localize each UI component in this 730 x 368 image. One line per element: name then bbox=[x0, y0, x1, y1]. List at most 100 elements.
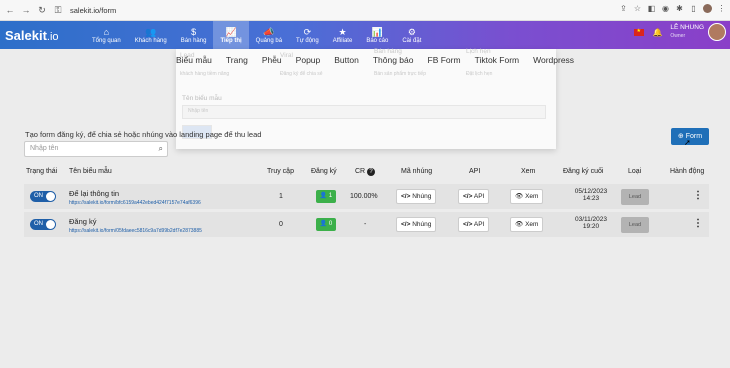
menu-affiliate[interactable]: ★ Affiliate bbox=[326, 21, 360, 49]
subnav-forms[interactable]: Biểu mẫu bbox=[176, 55, 212, 65]
embed-button[interactable]: </> Nhúng bbox=[396, 189, 437, 204]
app-header: Salekit.io ⌂ Tổng quan 👥 Khách hàng $ Bán h… bbox=[0, 21, 730, 49]
code-icon: </> bbox=[401, 221, 411, 228]
subnav-popup[interactable]: Popup bbox=[296, 55, 321, 65]
type-badge: Lead bbox=[621, 217, 649, 233]
dollar-icon: $ bbox=[191, 26, 197, 37]
camera-icon[interactable]: ◉ bbox=[661, 4, 670, 13]
more-actions-icon[interactable]: ⋮ bbox=[693, 218, 703, 229]
signups-button[interactable]: 👤 1 bbox=[316, 190, 336, 203]
api-button[interactable]: </> API bbox=[458, 189, 490, 204]
last-signup: 05/12/2023 14:23 bbox=[574, 188, 608, 202]
bell-icon[interactable]: 🔔 bbox=[652, 28, 662, 37]
api-button[interactable]: </> API bbox=[458, 217, 490, 232]
profile-avatar[interactable] bbox=[703, 4, 712, 13]
menu-sales[interactable]: $ Bán hàng bbox=[174, 21, 214, 49]
eye-icon: 👁 bbox=[515, 193, 524, 200]
form-url[interactable]: https://salekit.io/form/05fdaeec5816c9a7… bbox=[69, 228, 202, 234]
star-icon[interactable]: ☆ bbox=[633, 4, 642, 13]
col-cr: CR ? bbox=[355, 168, 376, 176]
status-toggle[interactable]: ON bbox=[30, 219, 56, 230]
main-menu: ⌂ Tổng quan 👥 Khách hàng $ Bán hàng 📈 Tiếp t… bbox=[85, 21, 428, 49]
more-actions-icon[interactable]: ⋮ bbox=[693, 190, 703, 201]
menu-reports[interactable]: 📊 Báo cáo bbox=[359, 21, 395, 49]
subnav-button[interactable]: Button bbox=[334, 55, 359, 65]
back-icon[interactable]: ← bbox=[4, 5, 16, 15]
col-visits: Truy cập bbox=[267, 168, 294, 175]
subnav-wordpress[interactable]: Wordpress bbox=[533, 55, 574, 65]
lock-icon: ⚿ bbox=[54, 4, 62, 15]
sidepanel-icon[interactable]: ▯ bbox=[689, 4, 698, 13]
share-icon[interactable]: ⇪ bbox=[619, 4, 628, 13]
col-signups: Đăng ký bbox=[311, 168, 337, 175]
help-icon[interactable]: ? bbox=[367, 168, 376, 176]
vietnam-flag-icon[interactable] bbox=[634, 28, 645, 36]
view-button[interactable]: 👁 Xem bbox=[510, 217, 544, 232]
extension-icon[interactable]: ◧ bbox=[647, 4, 656, 13]
menu-overview[interactable]: ⌂ Tổng quan bbox=[85, 21, 128, 49]
subnav-notifications[interactable]: Thông báo bbox=[373, 55, 414, 65]
user-icon: 👤 bbox=[319, 221, 328, 227]
mouse-cursor-icon: ➚ bbox=[684, 138, 691, 147]
user-name: LÊ NHUNG bbox=[670, 24, 704, 31]
menu-settings[interactable]: ⚙ Cài đặt bbox=[395, 21, 428, 49]
col-type: Loại bbox=[628, 168, 642, 175]
menu-marketing[interactable]: 📈 Tiếp thị bbox=[213, 21, 249, 49]
code-icon: </> bbox=[401, 193, 411, 200]
menu-customers[interactable]: 👥 Khách hàng bbox=[128, 21, 174, 49]
subnav-funnels[interactable]: Phễu bbox=[262, 55, 282, 65]
view-button[interactable]: 👁 Xem bbox=[510, 189, 544, 204]
code-icon: </> bbox=[463, 221, 473, 228]
conversion-rate: 100.00% bbox=[350, 193, 378, 200]
user-icon: 👤 bbox=[319, 193, 328, 199]
users-icon: 👥 bbox=[145, 26, 157, 37]
user-menu[interactable]: 🔔 LÊ NHUNG Owner bbox=[634, 23, 726, 41]
affiliate-icon: ★ bbox=[338, 26, 347, 37]
refresh-icon: ⟳ bbox=[303, 26, 312, 37]
logo[interactable]: Salekit.io bbox=[5, 28, 85, 43]
subnav-pages[interactable]: Trang bbox=[226, 55, 248, 65]
plus-icon: ⊕ bbox=[677, 133, 684, 140]
bar-chart-icon: 📊 bbox=[371, 26, 383, 37]
eye-icon: 👁 bbox=[515, 221, 524, 228]
menu-promotion[interactable]: 📣 Quảng bá bbox=[249, 21, 289, 49]
forward-icon[interactable]: → bbox=[20, 5, 32, 15]
col-api: API bbox=[469, 168, 481, 175]
col-status: Trạng thái bbox=[26, 168, 58, 175]
puzzle-icon[interactable]: ✱ bbox=[675, 4, 684, 13]
megaphone-icon: 📣 bbox=[263, 26, 275, 37]
gear-icon: ⚙ bbox=[407, 26, 416, 37]
page-description: Tạo form đăng ký, để chia sẻ hoặc nhúng … bbox=[25, 130, 262, 139]
search-icon[interactable]: ⌕ bbox=[159, 144, 163, 154]
embed-button[interactable]: </> Nhúng bbox=[396, 217, 437, 232]
form-name[interactable]: Để lại thông tin bbox=[69, 189, 119, 198]
type-badge: Lead bbox=[621, 189, 649, 205]
address-bar[interactable]: salekit.io/form bbox=[70, 6, 116, 15]
col-view: Xem bbox=[521, 168, 536, 175]
home-icon: ⌂ bbox=[103, 26, 110, 37]
reload-icon[interactable]: ↻ bbox=[36, 5, 48, 16]
signups-button[interactable]: 👤 0 bbox=[316, 218, 336, 231]
search-input[interactable]: Nhập tên ⌕ bbox=[24, 141, 168, 157]
code-icon: </> bbox=[463, 193, 473, 200]
chart-icon: 📈 bbox=[225, 26, 237, 37]
col-name: Tên biểu mẫu bbox=[69, 168, 112, 175]
col-embed: Mã nhúng bbox=[401, 168, 433, 175]
status-toggle[interactable]: ON bbox=[30, 191, 56, 202]
col-last-signup: Đăng ký cuối bbox=[563, 168, 604, 175]
visits-count: 0 bbox=[279, 221, 283, 228]
conversion-rate: - bbox=[364, 221, 367, 228]
subnav-fb-form[interactable]: FB Form bbox=[428, 55, 461, 65]
browser-actions: ⇪ ☆ ◧ ◉ ✱ ▯ ⋮ bbox=[619, 4, 726, 13]
more-icon[interactable]: ⋮ bbox=[717, 4, 726, 13]
form-name[interactable]: Đăng ký bbox=[69, 217, 97, 226]
subnav-tiktok-form[interactable]: Tiktok Form bbox=[475, 55, 520, 65]
user-role: Owner bbox=[670, 33, 686, 39]
form-url[interactable]: https://salekit.io/form/bfc6159a442ebed4… bbox=[69, 200, 201, 206]
table-row: ON Để lại thông tin https://salekit.io/f… bbox=[24, 184, 709, 209]
browser-toolbar: ← → ↻ ⚿ salekit.io/form ⇪ ☆ ◧ ◉ ✱ ▯ ⋮ bbox=[0, 0, 730, 21]
menu-automation[interactable]: ⟳ Tự động bbox=[289, 21, 326, 49]
sub-navigation: Biểu mẫu Trang Phễu Popup Button Thông b… bbox=[176, 55, 588, 65]
user-avatar[interactable] bbox=[708, 23, 726, 41]
last-signup: 03/11/2023 19:20 bbox=[574, 216, 608, 230]
